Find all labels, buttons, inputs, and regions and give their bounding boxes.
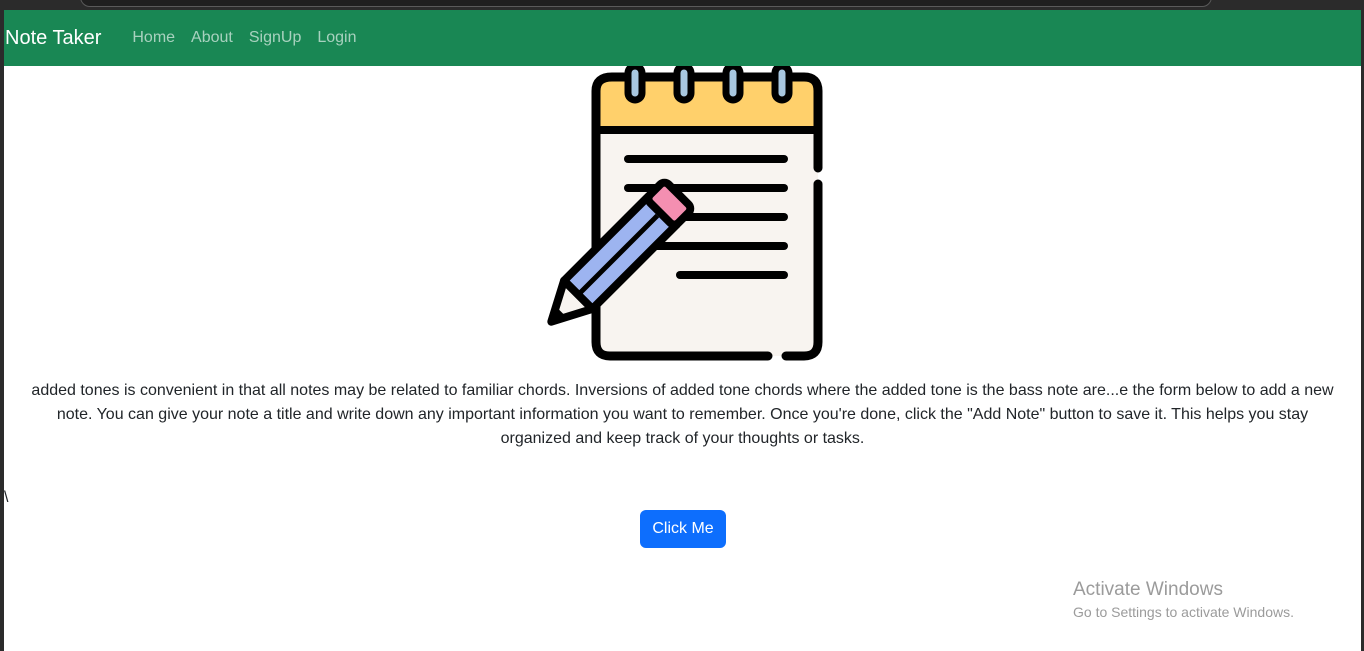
notepad-pencil-icon [547,66,823,361]
page-description: added tones is convenient in that all no… [31,382,1334,447]
page-viewport: Note Taker Home About SignUp Login added… [4,10,1361,651]
browser-top-bar [0,0,1364,10]
navbar: Note Taker Home About SignUp Login [4,10,1361,66]
watermark-subtitle: Go to Settings to activate Windows. [1073,604,1294,620]
click-me-button[interactable]: Click Me [640,510,726,548]
address-bar[interactable] [80,0,1212,7]
stray-text: \ [4,489,9,506]
nav-link-signup[interactable]: SignUp [249,29,301,47]
nav-link-about[interactable]: About [191,29,233,47]
navbar-brand[interactable]: Note Taker [5,27,101,50]
nav-link-login[interactable]: Login [317,29,356,47]
activate-windows-watermark: Activate Windows Go to Settings to activ… [1073,578,1294,622]
watermark-title: Activate Windows [1073,579,1223,600]
nav-link-home[interactable]: Home [132,29,175,47]
